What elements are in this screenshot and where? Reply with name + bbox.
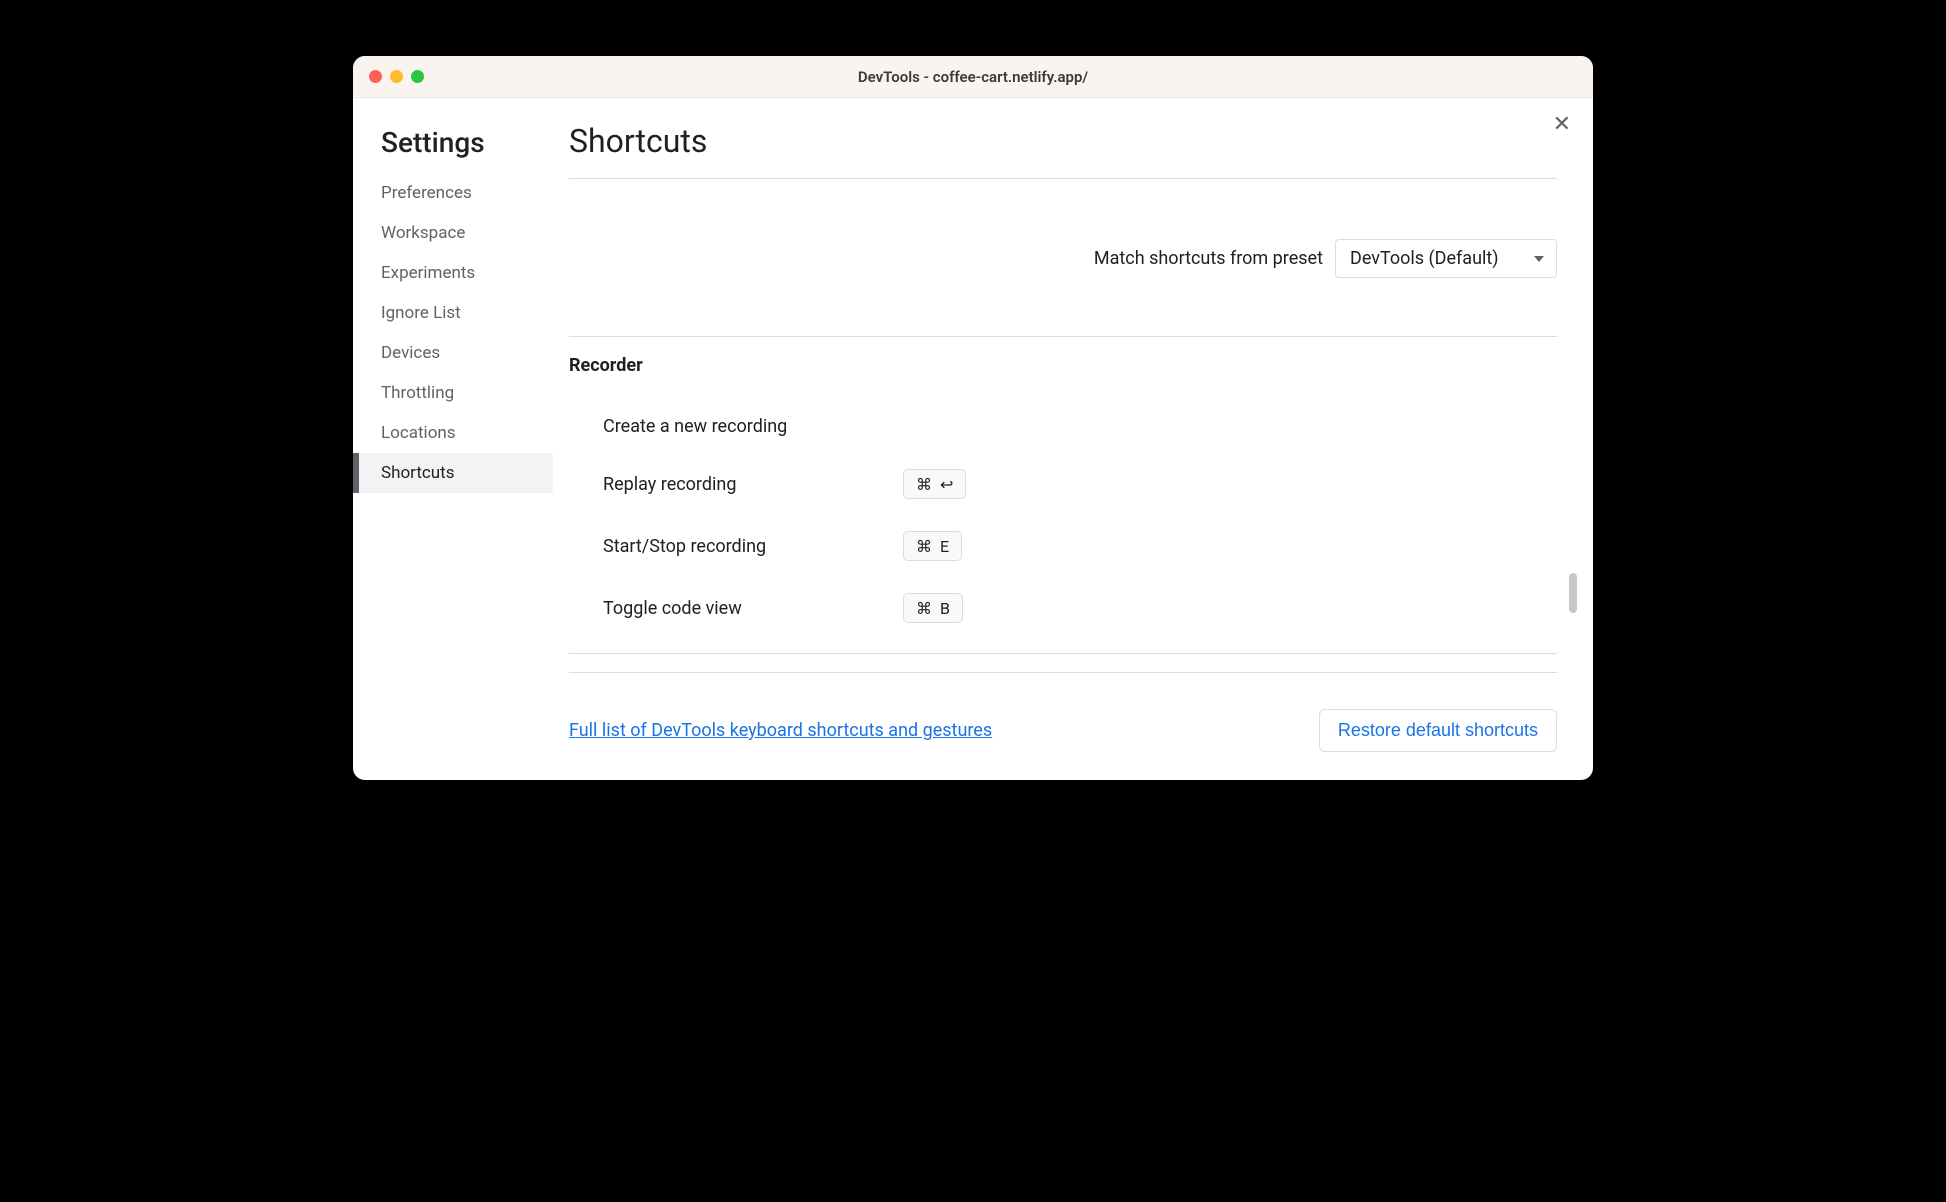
preset-select[interactable]: DevTools (Default) xyxy=(1335,239,1557,278)
shortcut-label: Toggle code view xyxy=(603,598,903,619)
close-icon[interactable]: ✕ xyxy=(1553,114,1571,136)
sidebar-item-ignore-list[interactable]: Ignore List xyxy=(353,293,553,333)
full-shortcuts-link[interactable]: Full list of DevTools keyboard shortcuts… xyxy=(569,720,992,741)
key-glyph: ↩ xyxy=(940,475,953,494)
key-glyph: B xyxy=(940,599,950,618)
sidebar-item-locations[interactable]: Locations xyxy=(353,413,553,453)
shortcut-label: Start/Stop recording xyxy=(603,536,903,557)
titlebar: DevTools - coffee-cart.netlify.app/ xyxy=(353,56,1593,98)
preset-row: Match shortcuts from preset DevTools (De… xyxy=(569,179,1557,336)
shortcut-label: Create a new recording xyxy=(603,416,903,437)
key-glyph: ⌘ xyxy=(916,599,932,618)
key-glyph: E xyxy=(940,537,949,556)
preset-value: DevTools (Default) xyxy=(1350,248,1499,269)
app-window: DevTools - coffee-cart.netlify.app/ ✕ Se… xyxy=(353,56,1593,780)
sidebar-item-experiments[interactable]: Experiments xyxy=(353,253,553,293)
sidebar-item-workspace[interactable]: Workspace xyxy=(353,213,553,253)
settings-heading: Settings xyxy=(353,122,553,173)
shortcut-row[interactable]: Replay recording⌘↩ xyxy=(569,453,1557,515)
window-minimize-icon[interactable] xyxy=(390,70,403,83)
shortcut-row[interactable]: Create a new recording xyxy=(569,400,1557,453)
window-zoom-icon[interactable] xyxy=(411,70,424,83)
page-title: Shortcuts xyxy=(569,122,1557,179)
settings-main: Shortcuts Match shortcuts from preset De… xyxy=(553,98,1593,780)
traffic-lights xyxy=(369,70,424,83)
shortcut-row[interactable]: Toggle code view⌘B xyxy=(569,577,1557,639)
sidebar-item-devices[interactable]: Devices xyxy=(353,333,553,373)
sidebar-item-shortcuts[interactable]: Shortcuts xyxy=(353,453,553,493)
sidebar-item-preferences[interactable]: Preferences xyxy=(353,173,553,213)
sidebar-item-throttling[interactable]: Throttling xyxy=(353,373,553,413)
shortcuts-section: Recorder Create a new recording Replay re… xyxy=(569,336,1557,639)
chevron-down-icon xyxy=(1534,256,1544,262)
window-close-icon[interactable] xyxy=(369,70,382,83)
restore-default-shortcuts-button[interactable]: Restore default shortcuts xyxy=(1319,709,1557,752)
content-area: ✕ Settings PreferencesWorkspaceExperimen… xyxy=(353,98,1593,780)
shortcuts-footer: Full list of DevTools keyboard shortcuts… xyxy=(569,672,1557,752)
shortcut-keys: ⌘↩ xyxy=(903,469,966,499)
key-glyph: ⌘ xyxy=(916,475,932,494)
shortcut-keys: ⌘E xyxy=(903,531,962,561)
window-title: DevTools - coffee-cart.netlify.app/ xyxy=(353,68,1593,86)
section-heading-recorder: Recorder xyxy=(569,355,1557,376)
shortcut-row[interactable]: Start/Stop recording⌘E xyxy=(569,515,1557,577)
key-glyph: ⌘ xyxy=(916,537,932,556)
settings-sidebar: Settings PreferencesWorkspaceExperiments… xyxy=(353,98,553,780)
shortcut-keys: ⌘B xyxy=(903,593,963,623)
preset-label: Match shortcuts from preset xyxy=(1094,248,1323,269)
shortcut-label: Replay recording xyxy=(603,474,903,495)
